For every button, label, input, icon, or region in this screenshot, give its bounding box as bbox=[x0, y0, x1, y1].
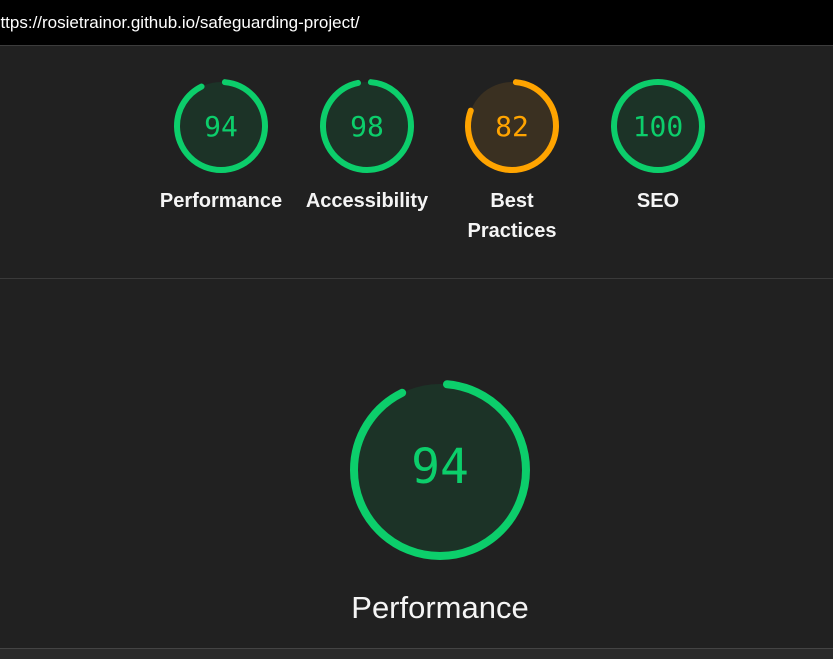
gauge-performance[interactable]: 94 Performance bbox=[151, 76, 291, 216]
gauge-seo[interactable]: 100 SEO bbox=[588, 76, 728, 216]
gauge-seo-ring: 100 bbox=[611, 79, 705, 173]
category-title: Performance bbox=[351, 590, 529, 625]
section-divider bbox=[0, 278, 833, 279]
gauge-best-practices-label-line2: Practices bbox=[467, 220, 557, 242]
category-gauge-performance: 94 bbox=[340, 370, 540, 570]
gauge-best-practices-label-line1: Best bbox=[490, 190, 534, 212]
gauge-accessibility-label: Accessibility bbox=[305, 190, 429, 212]
gauge-accessibility[interactable]: 98 Accessibility bbox=[297, 76, 437, 216]
category-gauge-ring: 94 bbox=[350, 380, 530, 560]
gauge-performance-ring: 94 bbox=[174, 79, 268, 173]
gauge-best-practices[interactable]: 82 Best Practices bbox=[442, 76, 582, 246]
url-text: https://rosietrainor.github.io/safeguard… bbox=[0, 13, 360, 32]
bottom-scroll-edge bbox=[0, 648, 833, 659]
gauge-best-practices-ring: 82 bbox=[465, 79, 559, 173]
gauge-performance-label: Performance bbox=[159, 190, 283, 212]
gauge-best-practices-label: Best Practices bbox=[442, 186, 582, 246]
scores-header: 94 Performance 98 Accessibility 82 Best … bbox=[0, 46, 833, 278]
gauge-accessibility-ring: 98 bbox=[320, 79, 414, 173]
gauge-accessibility-score: 98 bbox=[350, 110, 384, 143]
gauge-seo-score: 100 bbox=[633, 110, 684, 143]
address-bar[interactable]: https://rosietrainor.github.io/safeguard… bbox=[0, 0, 833, 46]
gauge-seo-label: SEO bbox=[636, 190, 680, 212]
gauge-best-practices-score: 82 bbox=[495, 110, 529, 143]
gauge-performance-score: 94 bbox=[204, 110, 238, 143]
category-gauge-score: 94 bbox=[411, 439, 469, 495]
